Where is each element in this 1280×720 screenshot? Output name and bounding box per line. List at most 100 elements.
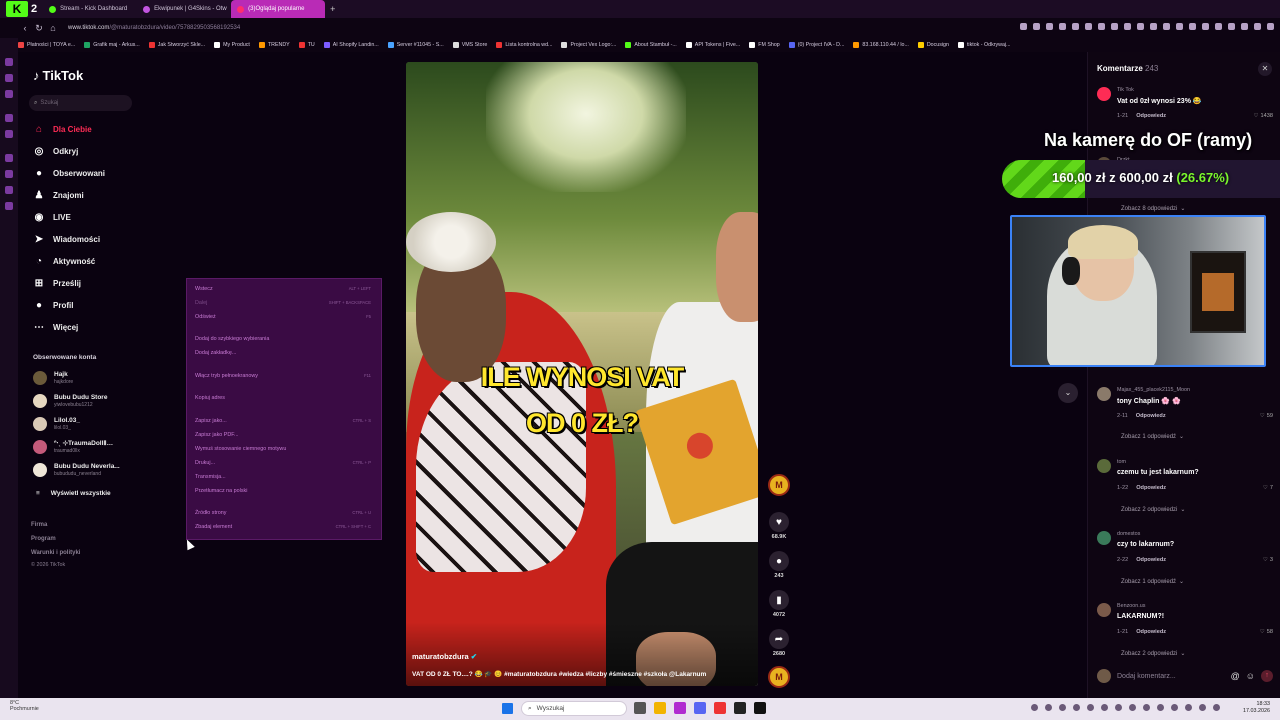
comment-likes[interactable]: ♡ 58 <box>1260 629 1273 635</box>
taskbar-app-icon[interactable] <box>754 702 766 714</box>
comment-likes[interactable]: ♡ 1438 <box>1254 113 1273 119</box>
context-menu-item[interactable]: Dodaj zakładkę... <box>195 350 371 356</box>
context-menu-item[interactable]: Drukuj... CTRL + P <box>195 460 371 466</box>
see-all-button[interactable]: ≡ Wyświetl wszystkie <box>36 490 111 497</box>
tiktok-logo[interactable]: ♪ TikTok <box>33 68 83 83</box>
sidebar-item-live[interactable]: ◉ LIVE <box>33 211 71 223</box>
view-replies-button[interactable]: Zobacz 8 odpowiedzi ⌄ <box>1121 205 1185 212</box>
tray-icon[interactable] <box>1115 704 1122 711</box>
extension-icon[interactable] <box>1098 23 1105 30</box>
tab-tiktok[interactable]: (3)Oglądaj popularne <box>231 0 326 18</box>
context-menu-item[interactable]: Zbadaj element CTRL + SHIFT + C <box>195 524 371 530</box>
extension-icon[interactable] <box>1150 23 1157 30</box>
taskbar-clock[interactable]: 18:33 17.03.2026 <box>1243 701 1270 715</box>
sidebar-app-icon[interactable] <box>5 170 13 178</box>
context-menu-item[interactable]: Zapisz jako PDF... <box>195 432 371 438</box>
reply-button[interactable]: Odpowiedz <box>1136 629 1166 635</box>
comment-username[interactable]: domestos <box>1117 531 1140 537</box>
bookmark-item[interactable]: FM Shop <box>749 42 780 48</box>
tray-icon[interactable] <box>1157 704 1164 711</box>
tray-icon[interactable] <box>1129 704 1136 711</box>
extension-icon[interactable] <box>1072 23 1079 30</box>
taskbar-app-icon[interactable] <box>734 702 746 714</box>
back-icon[interactable]: ‹ <box>18 23 32 33</box>
followed-account[interactable]: Bubu Dudu Store yiwlovebubu1212 <box>33 394 107 408</box>
extension-icon[interactable] <box>1033 23 1040 30</box>
footer-link-program[interactable]: Program <box>31 536 56 542</box>
bookmark-item[interactable]: TU <box>298 42 315 48</box>
taskbar-app-icon[interactable] <box>634 702 646 714</box>
tray-icon[interactable] <box>1213 704 1220 711</box>
extension-icon[interactable] <box>1059 23 1066 30</box>
comment-likes[interactable]: ♡ 3 <box>1263 557 1273 563</box>
avatar[interactable] <box>1097 387 1111 401</box>
tab-kick-dashboard[interactable]: Stream - Kick Dashboard <box>43 0 137 18</box>
bookmark-item[interactable]: Project Vex Logo:... <box>561 42 616 48</box>
sidebar-item-znajomi[interactable]: ♟ Znajomi <box>33 189 84 201</box>
reply-button[interactable]: Odpowiedz <box>1136 557 1166 563</box>
bookmark-item[interactable]: VMS Store <box>452 42 487 48</box>
sidebar-item-dla-ciebie[interactable]: ⌂ Dla Ciebie <box>33 123 92 135</box>
followed-account[interactable]: ᐢ‧ˎ ⊹TraumaDollⅡ… traumad0llx <box>33 440 113 454</box>
extension-icon[interactable] <box>1202 23 1209 30</box>
tray-icon[interactable] <box>1087 704 1094 711</box>
context-menu-item[interactable]: Wymuś stosowanie ciemnego motywu <box>195 446 371 452</box>
bookmark-item[interactable]: About Stambuł -... <box>625 42 677 48</box>
followed-account[interactable]: Lilol.03_ lilol.03_ <box>33 417 80 431</box>
bookmark-item[interactable]: Lista kontrolna wd... <box>496 42 552 48</box>
tray-icon[interactable] <box>1143 704 1150 711</box>
extension-icon[interactable] <box>1267 23 1274 30</box>
scroll-down-button[interactable]: ⌄ <box>1058 383 1078 403</box>
bookmark-item[interactable]: API Tokens | Five... <box>685 42 740 48</box>
bookmark-item[interactable]: tiktok - Odkrywaj... <box>957 42 1011 48</box>
bookmark-item[interactable]: My Product <box>214 42 250 48</box>
bookmark-item[interactable]: Docusign <box>917 42 949 48</box>
sidebar-app-icon[interactable] <box>5 130 13 138</box>
tray-icon[interactable] <box>1031 704 1038 711</box>
context-menu-item[interactable]: Źródło strony CTRL + U <box>195 510 371 516</box>
sidebar-item-więcej[interactable]: ⋯ Więcej <box>33 321 78 333</box>
followed-account[interactable]: Hajk hajkdore <box>33 371 73 385</box>
sidebar-item-obserwowani[interactable]: ● Obserwowani <box>33 167 105 179</box>
comment-likes[interactable]: ♡ 7 <box>1263 485 1273 491</box>
extension-icon[interactable] <box>1124 23 1131 30</box>
video-player[interactable]: ILE WYNOSI VAT OD 0 ZŁ? maturatobzdura ✔… <box>406 62 758 686</box>
save-button[interactable]: ▮ 4072 <box>766 590 792 618</box>
avatar[interactable] <box>1097 603 1111 617</box>
comment-username[interactable]: Majax_455_placek2115_Moon <box>1117 387 1190 393</box>
context-menu-item[interactable]: Odśwież F5 <box>195 314 371 320</box>
emoji-icon[interactable]: ☺ <box>1246 671 1255 681</box>
mention-icon[interactable]: @ <box>1231 671 1240 681</box>
home-page-icon[interactable]: ⌂ <box>46 23 60 33</box>
avatar[interactable] <box>1097 531 1111 545</box>
avatar[interactable] <box>1097 459 1111 473</box>
context-menu-item[interactable]: Przetłumacz na polski <box>195 488 371 494</box>
extension-icon[interactable] <box>1163 23 1170 30</box>
reload-icon[interactable]: ↻ <box>32 23 46 34</box>
tab-g4skins[interactable]: Ekwipunek | G4Skins - Otw <box>137 0 231 18</box>
extension-icon[interactable] <box>1189 23 1196 30</box>
tray-icon[interactable] <box>1199 704 1206 711</box>
context-menu-item[interactable]: Kopiuj adres <box>195 395 371 401</box>
context-menu-item[interactable]: Wstecz ALT + LEFT <box>195 286 371 292</box>
taskbar-app-icon[interactable] <box>714 702 726 714</box>
author-avatar-button[interactable]: M <box>766 474 792 496</box>
reply-button[interactable]: Odpowiedz <box>1136 413 1166 419</box>
context-menu-item[interactable]: Zapisz jako... CTRL + S <box>195 418 371 424</box>
extension-icon[interactable] <box>1046 23 1053 30</box>
extension-icon[interactable] <box>1241 23 1248 30</box>
comment-username[interactable]: Tik Tok <box>1117 87 1134 93</box>
share-button[interactable]: ➦ 2680 <box>766 629 792 657</box>
context-menu-item[interactable]: Dodaj do szybkiego wybierania <box>195 336 371 342</box>
tray-icon[interactable] <box>1045 704 1052 711</box>
footer-link-terms[interactable]: Warunki i polityki <box>31 550 80 556</box>
bookmark-item[interactable]: TRENDY <box>258 42 290 48</box>
sidebar-app-icon[interactable] <box>5 74 13 82</box>
reply-button[interactable]: Odpowiedz <box>1136 113 1166 119</box>
search-input[interactable]: ⌕ Szukaj <box>29 95 132 111</box>
bookmark-item[interactable]: Grafik maj - Arkus... <box>84 42 140 48</box>
taskbar-search-input[interactable]: ⌕ Wyszukaj <box>521 701 627 716</box>
sidebar-app-icon[interactable] <box>5 154 13 162</box>
url-field[interactable]: www.tiktok.com/@maturatobzdura/video/757… <box>68 25 240 31</box>
bookmark-item[interactable]: Płatności | TOYA e... <box>18 42 75 48</box>
